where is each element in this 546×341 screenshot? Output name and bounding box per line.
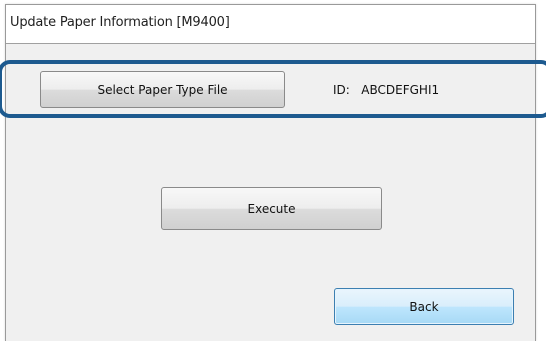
update-paper-dialog: Update Paper Information [M9400] Select …	[5, 4, 536, 341]
execute-button[interactable]: Execute	[161, 187, 382, 230]
paper-id-label: ID:	[333, 83, 350, 97]
select-paper-type-file-button[interactable]: Select Paper Type File	[40, 71, 285, 108]
title-bar: Update Paper Information [M9400]	[6, 5, 535, 44]
paper-id-display: ID: ABCDEFGHI1	[333, 83, 439, 97]
dialog-title: Update Paper Information [M9400]	[10, 15, 230, 30]
paper-id-value: ABCDEFGHI1	[361, 83, 440, 97]
back-button[interactable]: Back	[334, 288, 514, 325]
